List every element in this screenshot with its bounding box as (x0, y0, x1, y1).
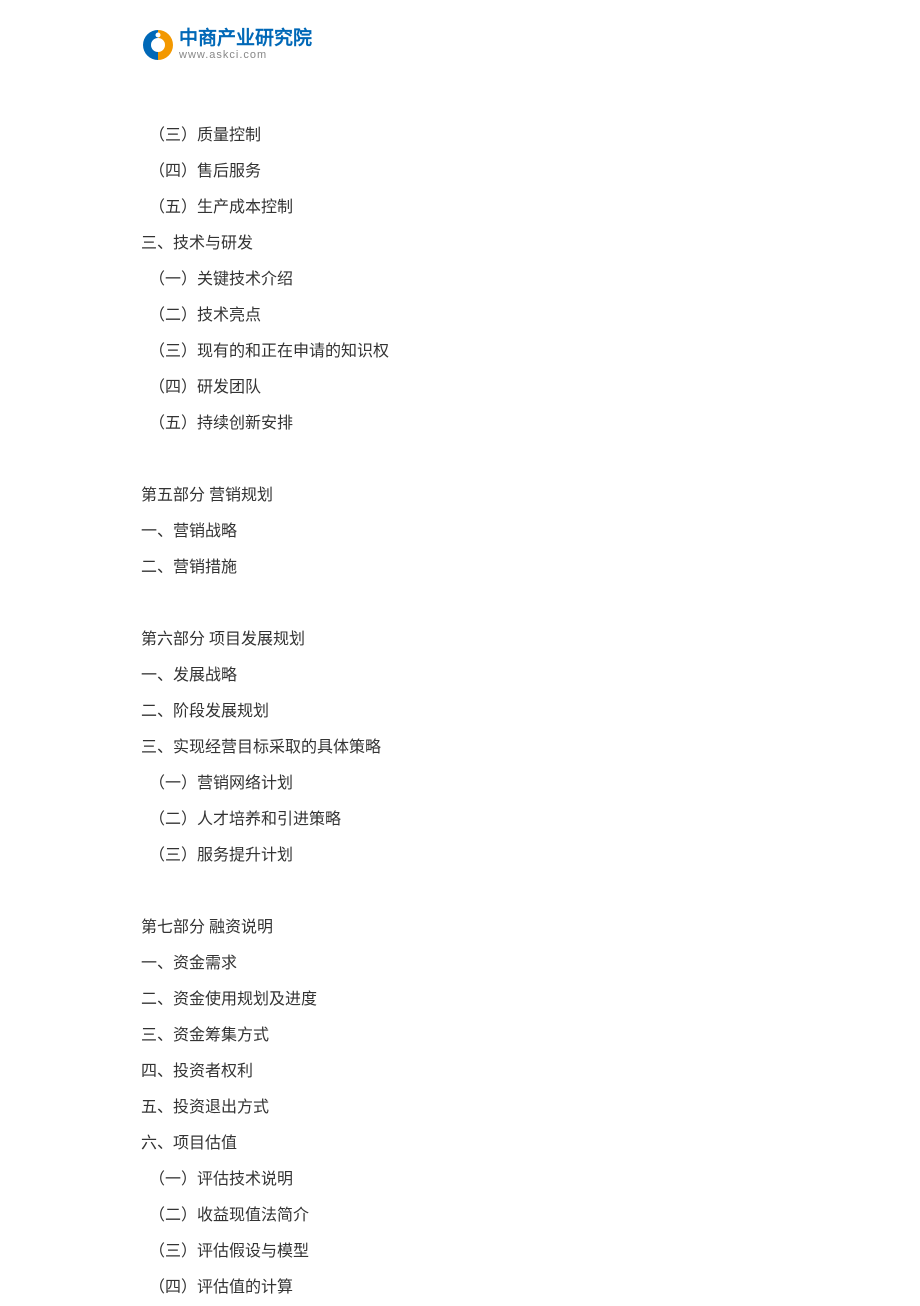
outline-item: 二、营销措施 (141, 550, 781, 586)
outline-item: 三、技术与研发 (141, 226, 781, 262)
outline-item: 第七部分 融资说明 (141, 910, 781, 946)
blank-line (141, 442, 781, 478)
outline-item: 第五部分 营销规划 (141, 478, 781, 514)
outline-item: 三、实现经营目标采取的具体策略 (141, 730, 781, 766)
logo-text: 中商产业研究院 www.askci.com (179, 29, 312, 61)
outline-item: 四、投资者权利 (141, 1054, 781, 1090)
outline-item: 一、营销战略 (141, 514, 781, 550)
outline-item: （一）评估技术说明 (141, 1162, 781, 1198)
outline-item: 二、资金使用规划及进度 (141, 982, 781, 1018)
outline-item: （四）评估值的计算 (141, 1270, 781, 1306)
outline-item: （一）关键技术介绍 (141, 262, 781, 298)
outline-item: （四）研发团队 (141, 370, 781, 406)
document-content: （三）质量控制（四）售后服务（五）生产成本控制三、技术与研发（一）关键技术介绍（… (141, 118, 781, 1306)
outline-item: （一）营销网络计划 (141, 766, 781, 802)
blank-line (141, 874, 781, 910)
outline-item: （四）售后服务 (141, 154, 781, 190)
outline-item: （三）质量控制 (141, 118, 781, 154)
outline-item: （三）服务提升计划 (141, 838, 781, 874)
outline-item: 五、投资退出方式 (141, 1090, 781, 1126)
outline-item: 三、资金筹集方式 (141, 1018, 781, 1054)
blank-line (141, 586, 781, 622)
outline-item: （五）持续创新安排 (141, 406, 781, 442)
logo-url: www.askci.com (179, 50, 312, 61)
outline-item: 第六部分 项目发展规划 (141, 622, 781, 658)
outline-item: （二）人才培养和引进策略 (141, 802, 781, 838)
logo: 中商产业研究院 www.askci.com (141, 28, 312, 62)
outline-item: 一、资金需求 (141, 946, 781, 982)
logo-title: 中商产业研究院 (179, 29, 312, 48)
outline-item: 六、项目估值 (141, 1126, 781, 1162)
outline-item: （五）生产成本控制 (141, 190, 781, 226)
outline-item: （二）技术亮点 (141, 298, 781, 334)
outline-item: （三）评估假设与模型 (141, 1234, 781, 1270)
outline-item: 一、发展战略 (141, 658, 781, 694)
outline-item: （二）收益现值法简介 (141, 1198, 781, 1234)
outline-item: 二、阶段发展规划 (141, 694, 781, 730)
outline-item: （三）现有的和正在申请的知识权 (141, 334, 781, 370)
logo-icon (141, 28, 175, 62)
